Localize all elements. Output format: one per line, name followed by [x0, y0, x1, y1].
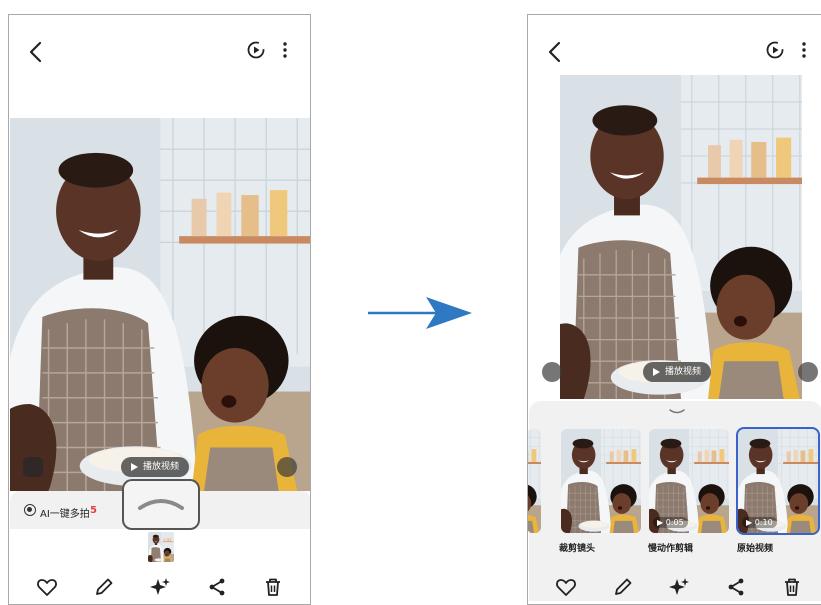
sheet-handle-icon[interactable]	[669, 409, 685, 415]
share-icon[interactable]	[724, 575, 748, 599]
play-video-label: 播放视频	[665, 367, 702, 377]
screen-after: 播放视频 裁剪镜头 ▶ 0:05 慢动作剪辑 ▶ 0:10 原始视频	[527, 14, 821, 605]
sparkle-icon[interactable]	[148, 575, 172, 599]
pencil-icon[interactable]	[611, 575, 635, 599]
top-bar	[9, 33, 310, 69]
sheet-handle-icon	[138, 499, 184, 510]
clips-sheet: 裁剪镜头 ▶ 0:05 慢动作剪辑 ▶ 0:10 原始视频	[528, 401, 821, 601]
clip-label: 裁剪镜头	[559, 544, 596, 554]
trash-icon[interactable]	[261, 575, 285, 599]
clip-duration: 0:10	[754, 518, 773, 527]
clip-card[interactable]	[561, 429, 641, 533]
chevron-left-icon[interactable]	[25, 37, 47, 67]
pencil-icon[interactable]	[92, 575, 116, 599]
chevron-left-icon[interactable]	[544, 37, 566, 67]
top-bar	[528, 33, 821, 69]
clip-duration: 0:05	[665, 518, 684, 527]
ai-multi-shot-count: 5	[90, 505, 97, 516]
clip-card-selected[interactable]: ▶ 0:10	[736, 427, 820, 535]
remaster-icon[interactable]	[542, 362, 562, 382]
play-icon	[131, 463, 138, 471]
remaster-icon[interactable]	[23, 457, 43, 477]
sheet-handle-callout[interactable]	[122, 479, 200, 530]
motion-photo-icon[interactable]	[764, 39, 786, 61]
photo[interactable]	[560, 75, 802, 399]
ai-multi-shot-label[interactable]: AI一键多拍	[40, 505, 90, 520]
bottom-toolbar	[528, 575, 821, 604]
play-video-button[interactable]: 播放视频	[643, 362, 712, 382]
trash-icon[interactable]	[780, 575, 804, 599]
sparkle-icon[interactable]	[667, 575, 691, 599]
clip-label: 慢动作剪辑	[648, 544, 694, 554]
more-vertical-icon[interactable]	[280, 39, 290, 61]
photo[interactable]	[10, 118, 310, 491]
thumbnail[interactable]	[148, 532, 174, 562]
more-vertical-icon[interactable]	[799, 39, 809, 61]
radio-icon[interactable]	[24, 504, 36, 516]
play-icon	[653, 368, 660, 376]
heart-icon[interactable]	[554, 575, 578, 599]
play-video-label: 播放视频	[143, 462, 180, 472]
clip-card-partial[interactable]	[528, 429, 541, 533]
effect-off-icon[interactable]	[798, 362, 818, 382]
screen-before: 播放视频 AI一键多拍 5	[8, 14, 311, 605]
arrow-right-icon	[368, 297, 472, 329]
clip-card[interactable]: ▶ 0:05	[649, 429, 729, 533]
clip-label: 原始视频	[737, 544, 774, 554]
play-video-button[interactable]: 播放视频	[121, 457, 190, 477]
share-icon[interactable]	[205, 575, 229, 599]
heart-icon[interactable]	[35, 575, 59, 599]
duration-badge: ▶ 0:10	[742, 517, 777, 528]
motion-photo-icon[interactable]	[245, 39, 267, 61]
duration-badge: ▶ 0:05	[653, 517, 688, 528]
effect-off-icon[interactable]	[277, 457, 297, 477]
bottom-toolbar	[9, 575, 310, 604]
